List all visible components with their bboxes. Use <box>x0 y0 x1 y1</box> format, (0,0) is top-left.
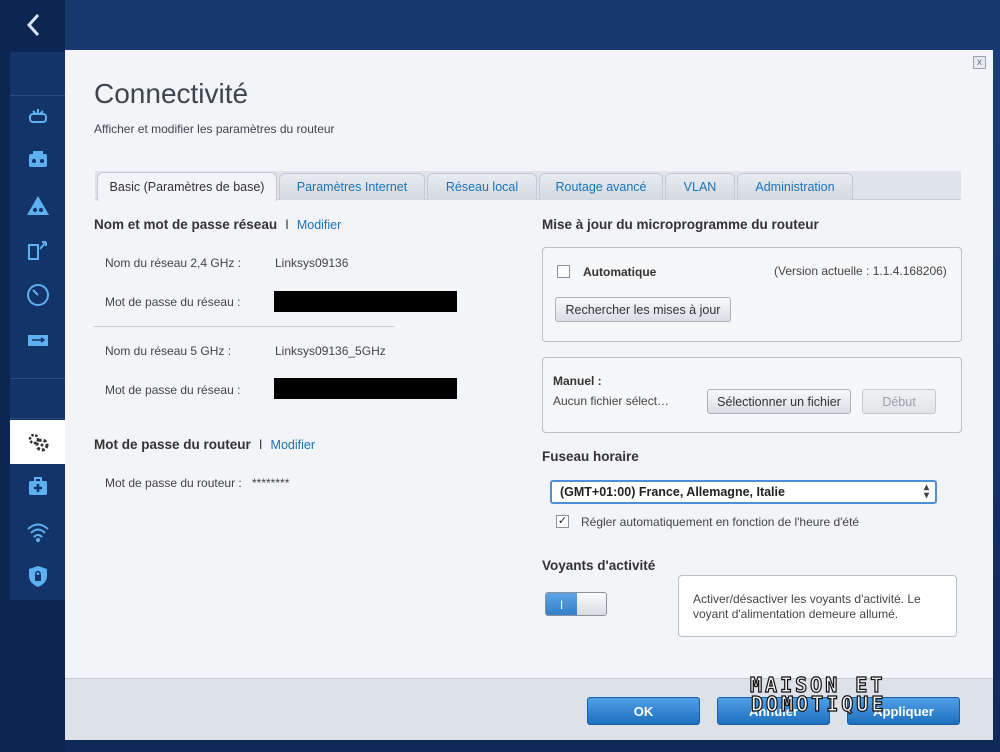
toggle-knob <box>577 593 606 615</box>
page-subtitle: Afficher et modifier les paramètres du r… <box>94 122 335 136</box>
tab-basic[interactable]: Basic (Paramètres de base) <box>97 172 277 201</box>
firmware-auto-box: Automatique (Version actuelle : 1.1.4.16… <box>542 247 962 342</box>
dst-label: Régler automatiquement en fonction de l'… <box>581 515 860 529</box>
tab-internet-settings[interactable]: Paramètres Internet <box>279 173 425 200</box>
nav-item-security[interactable] <box>10 554 65 598</box>
password-5-redacted <box>274 378 457 399</box>
troubleshooting-icon <box>28 477 47 495</box>
toggle-on-label: I <box>546 593 577 615</box>
nav-item-parental-controls[interactable] <box>10 184 65 228</box>
nav-divider <box>10 418 65 419</box>
connectivity-gear-icon <box>28 433 48 452</box>
separator: I <box>258 437 263 452</box>
devices-icon <box>28 151 47 167</box>
timezone-selected-value: (GMT+01:00) France, Allemagne, Italie <box>560 485 785 499</box>
start-button[interactable]: Début <box>862 389 936 414</box>
tab-local-network[interactable]: Réseau local <box>427 173 537 200</box>
ssid-24-label: Nom du réseau 2,4 GHz : <box>105 256 242 270</box>
bottom-strip <box>65 740 1000 752</box>
watermark-line-2: DOMOTIQUE <box>750 692 887 716</box>
router-password-value: ******** <box>252 476 290 490</box>
auto-update-label: Automatique <box>583 265 657 279</box>
nav-item-usb-storage[interactable] <box>10 318 65 362</box>
nav-item-connectivity[interactable] <box>10 420 65 464</box>
left-navigation <box>0 0 65 752</box>
leds-info-box: Activer/désactiver les voyants d'activit… <box>678 575 957 637</box>
app-header-strip <box>65 0 1000 50</box>
ssid-5-value: Linksys09136_5GHz <box>275 344 386 358</box>
tab-vlan[interactable]: VLAN <box>665 173 735 200</box>
password-24-label: Mot de passe du réseau : <box>105 295 241 309</box>
close-button[interactable]: x <box>973 56 986 69</box>
chevron-left-icon <box>26 13 39 37</box>
select-file-button[interactable]: Sélectionner un fichier <box>707 389 851 414</box>
media-prioritization-icon <box>27 241 47 260</box>
router-password-title-text: Mot de passe du routeur <box>94 437 251 452</box>
password-24-redacted <box>274 291 457 312</box>
firmware-section-title: Mise à jour du microprogramme du routeur <box>542 217 819 232</box>
security-shield-icon <box>28 566 47 587</box>
nav-item-media-prioritization[interactable] <box>10 228 65 272</box>
tab-bar: Basic (Paramètres de base) Paramètres In… <box>95 171 961 201</box>
dst-checkbox[interactable]: ✓ <box>556 515 569 528</box>
nav-item-network-map[interactable] <box>10 94 65 138</box>
ok-button[interactable]: OK <box>587 697 700 725</box>
timezone-section-title: Fuseau horaire <box>542 449 639 464</box>
network-edit-link[interactable]: Modifier <box>297 218 341 232</box>
timezone-select[interactable]: (GMT+01:00) France, Allemagne, Italie ▴ ▾ <box>550 480 937 504</box>
nav-divider <box>10 378 65 379</box>
wireless-icon <box>26 523 49 542</box>
check-updates-button[interactable]: Rechercher les mises à jour <box>555 297 731 322</box>
nav-item-devices[interactable] <box>10 138 65 182</box>
router-password-section-title: Mot de passe du routeur I Modifier <box>94 437 315 452</box>
firmware-manual-box: Manuel : Aucun fichier sélect… Sélection… <box>542 357 962 433</box>
usb-storage-icon <box>27 335 48 346</box>
ssid-24-value: Linksys09136 <box>275 256 349 270</box>
manual-label: Manuel : <box>553 374 602 388</box>
select-arrows-icon: ▴ ▾ <box>923 482 929 501</box>
connectivity-dialog: x Connectivité Afficher et modifier les … <box>65 50 993 740</box>
nav-item-troubleshooting[interactable] <box>10 465 65 509</box>
router-password-edit-link[interactable]: Modifier <box>271 438 315 452</box>
network-section-title: Nom et mot de passe réseau I Modifier <box>94 217 341 232</box>
ssid-5-label: Nom du réseau 5 GHz : <box>105 344 232 358</box>
leds-section-title: Voyants d'activité <box>542 558 656 573</box>
auto-update-checkbox[interactable] <box>557 265 570 278</box>
firmware-version: (Version actuelle : 1.1.4.168206) <box>774 264 947 278</box>
nav-item-wireless[interactable] <box>10 510 65 554</box>
tab-advanced-routing[interactable]: Routage avancé <box>539 173 663 200</box>
router-password-label: Mot de passe du routeur : <box>105 476 242 490</box>
page-title: Connectivité <box>94 78 249 109</box>
tab-administration[interactable]: Administration <box>737 173 853 200</box>
separator: I <box>285 217 289 232</box>
watermark-logo: MAISON ET DOMOTIQUE <box>749 674 960 722</box>
parental-controls-icon <box>26 196 49 215</box>
leds-toggle[interactable]: I <box>545 592 607 616</box>
divider <box>94 326 394 327</box>
back-button[interactable] <box>0 0 65 50</box>
speed-test-icon <box>26 284 49 306</box>
password-5-label: Mot de passe du réseau : <box>105 383 241 397</box>
network-title-text: Nom et mot de passe réseau <box>94 217 278 232</box>
nav-item-speed-test[interactable] <box>10 273 65 317</box>
no-file-selected: Aucun fichier sélect… <box>553 394 670 408</box>
router-icon <box>28 109 47 123</box>
